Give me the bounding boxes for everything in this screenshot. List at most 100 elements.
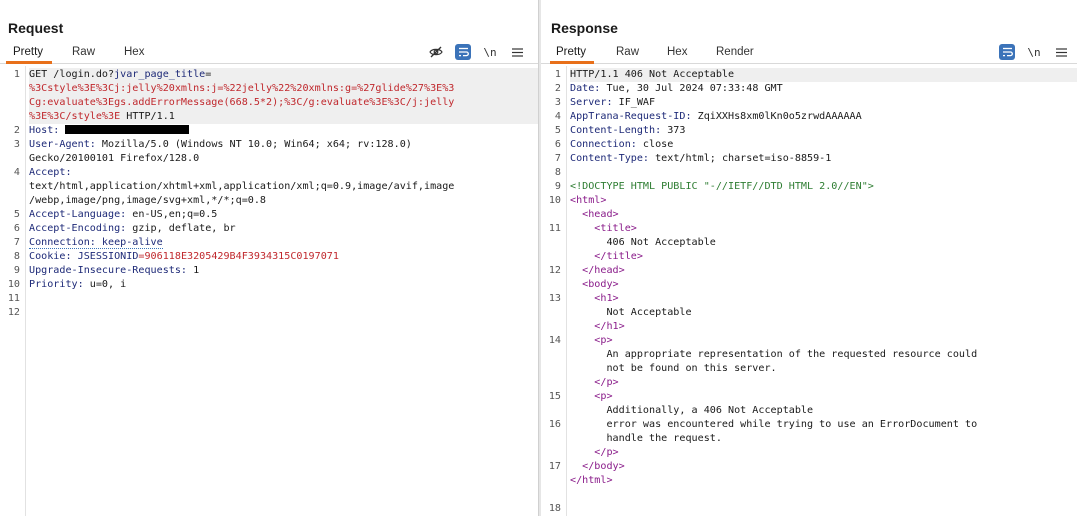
code-line: Priority: u=0, i [29,278,538,292]
hamburger-icon [511,47,523,57]
active-tab-indicator [6,61,52,64]
code-token: </h1> [570,321,625,332]
code-line: Server: IF_WAF [570,96,1077,110]
line-number: 4 [554,111,561,122]
wrap-lines-button[interactable] [999,44,1015,60]
code-token: u=0, i [83,279,127,290]
response-menu-button[interactable] [1053,44,1069,60]
code-line: %3E%3C/style%3E HTTP/1.1 [29,110,538,124]
code-token: Upgrade-Insecure-Requests: [29,265,188,276]
code-line: Content-Length: 373 [570,124,1077,138]
code-line: An appropriate representation of the req… [570,348,1077,362]
request-menu-button[interactable] [509,44,525,60]
code-token: not be found on this server. [570,363,777,374]
code-line: %3Cstyle%3E%3Cj:jelly%20xmlns:j=%22jelly… [29,82,538,96]
code-token: HTTP/1.1 [120,111,175,122]
code-token: Date: [570,83,601,94]
response-gutter: 1 2 3 4 5 6 7 8 9 10 11 12 13 14 15 16 17 18 [541,66,567,516]
code-line: <body> [570,278,1077,292]
code-line: </head> [570,264,1077,278]
tab-render[interactable]: Render [716,46,754,58]
code-token: </html> [570,475,613,486]
tab-hex[interactable]: Hex [667,46,687,58]
line-number: 1 [13,69,20,80]
code-token: </p> [570,377,619,388]
show-newlines-button[interactable]: \n [1026,44,1042,60]
code-line: </title> [570,250,1077,264]
code-token: error was encountered while trying to us… [570,419,978,430]
code-token: text/html,application/xhtml+xml,applicat… [29,181,455,192]
tab-pretty[interactable]: Pretty [13,46,43,58]
code-token: /webp,image/png,image/svg+xml,*/*;q=0.8 [29,195,267,206]
line-number: 11 [7,293,20,304]
code-token: User-Agent: [29,139,96,150]
code-token: close [636,139,674,150]
code-token: <body> [570,279,619,290]
line-number: 7 [554,153,561,164]
request-gutter: 1 2 3 4 5 6 7 8 9 10 11 12 [0,66,26,516]
code-line: </p> [570,446,1077,460]
code-token: text/html; charset=iso-8859-1 [649,153,832,164]
code-token: <p> [570,391,613,402]
line-number: 5 [554,125,561,136]
line-number: 1 [554,69,561,80]
code-token: <p> [570,335,613,346]
line-number: 3 [13,139,20,150]
code-token: <h1> [570,293,619,304]
code-token: 406 Not Acceptable [570,237,716,248]
line-number: 12 [7,307,20,318]
tab-pretty[interactable]: Pretty [556,46,586,58]
code-line: text/html,application/xhtml+xml,applicat… [29,180,538,194]
code-token: Priority: [29,279,84,290]
code-token: <title> [570,223,637,234]
code-line: <p> [570,390,1077,404]
code-line: Date: Tue, 30 Jul 2024 07:33:48 GMT [570,82,1077,96]
response-editor[interactable]: 1 2 3 4 5 6 7 8 9 10 11 12 13 14 15 16 17 18 HTTP/1.1 406… [541,66,1077,516]
code-line: Host: [29,124,538,138]
hamburger-icon [1055,47,1067,57]
line-number: 11 [548,223,561,234]
line-number: 2 [13,125,20,136]
code-line: handle the request. [570,432,1077,446]
code-line: Gecko/20100101 Firefox/128.0 [29,152,538,166]
line-number: 16 [548,419,561,430]
code-token: GET /login.do? [29,69,115,80]
line-number: 9 [554,181,561,192]
code-token: Host: [29,125,60,136]
wrap-lines-button[interactable] [455,44,471,60]
code-line: AppTrana-Request-ID: ZqiXXHs8xm0lKn0o5zr… [570,110,1077,124]
code-token: Content-Type: [570,153,650,164]
tab-raw[interactable]: Raw [616,46,639,58]
request-editor[interactable]: 1 2 3 4 5 6 7 8 9 10 11 12 GET /login.do?jvar_page_… [0,66,538,516]
code-line: not be found on this server. [570,362,1077,376]
code-token: Cg:evaluate%3Egs.addErrorMessage(668.5*2… [29,97,455,108]
line-number: 9 [13,265,20,276]
redacted-host [65,125,190,134]
line-number: 6 [13,223,20,234]
code-line: Not Acceptable [570,306,1077,320]
line-number: 7 [13,237,20,248]
code-token: AppTrana-Request-ID: [570,111,692,122]
request-tabs: Pretty Raw Hex \n [0,44,538,64]
code-line: </body> [570,460,1077,474]
line-number: 4 [13,167,20,178]
line-number: 15 [548,391,561,402]
code-line: Content-Type: text/html; charset=iso-885… [570,152,1077,166]
code-line: User-Agent: Mozilla/5.0 (Windows NT 10.0… [29,138,538,152]
line-number: 5 [13,209,20,220]
code-token: Connection: keep-alive [29,237,163,249]
tab-raw[interactable]: Raw [72,46,95,58]
hide-nonprintable-button[interactable] [428,44,444,60]
line-number: 2 [554,83,561,94]
code-line: /webp,image/png,image/svg+xml,*/*;q=0.8 [29,194,538,208]
code-token: </head> [570,265,625,276]
line-number: 14 [548,335,561,346]
line-number: 10 [548,195,561,206]
tab-hex[interactable]: Hex [124,46,144,58]
code-token: <html> [570,195,607,206]
code-token: </body> [570,461,625,472]
code-line: <title> [570,222,1077,236]
show-newlines-button[interactable]: \n [482,44,498,60]
code-token: Accept-Encoding: [29,223,127,234]
code-line: Accept-Encoding: gzip, deflate, br [29,222,538,236]
